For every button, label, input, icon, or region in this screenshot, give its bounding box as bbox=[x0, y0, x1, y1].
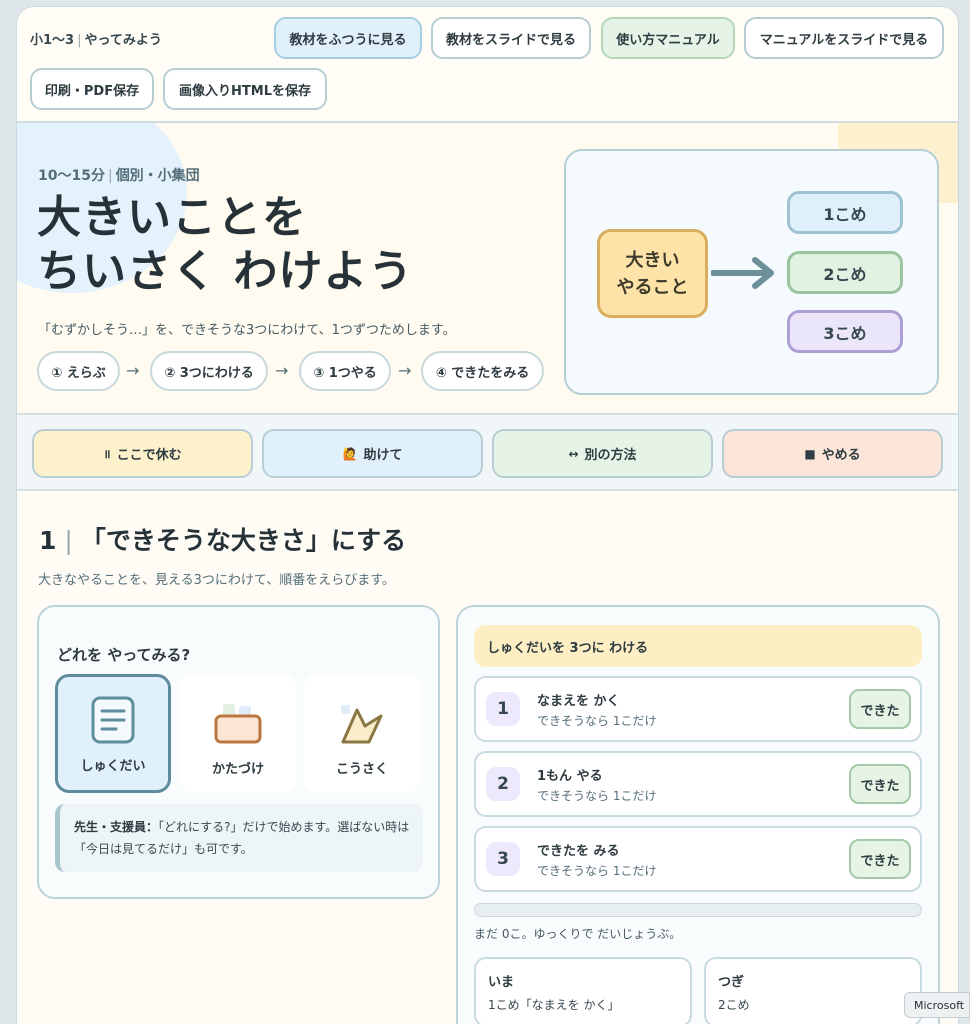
pause-icon: ॥ bbox=[103, 447, 111, 461]
title-line-2: ちいさく わけよう bbox=[37, 246, 414, 297]
task-row: 3 できたを みる できそうなら 1こだけ できた bbox=[474, 826, 922, 892]
step-do-one: ③ 1つやる bbox=[299, 351, 391, 391]
swap-arrows-icon: ↔ bbox=[568, 446, 579, 461]
page-title: 大きいことを ちいさく わけよう bbox=[37, 191, 413, 299]
split-card: しゅくだいを 3つに わける 1 なまえを かく できそうなら 1こだけ できた… bbox=[456, 605, 940, 1024]
mode-label: やってみよう bbox=[84, 33, 162, 48]
view-slides-button[interactable]: 教材をスライドで見る bbox=[431, 17, 591, 59]
choice-tidy-up[interactable]: かたづけ bbox=[180, 674, 296, 793]
action-bar: ॥ ここで休む 🙋 助けて ↔ 別の方法 ■ やめる bbox=[17, 415, 958, 491]
progress-text: まだ 0こ。ゆっくりで だいじょうぶ。 bbox=[474, 927, 682, 941]
task-title: できたを みる bbox=[537, 844, 620, 859]
step-choose: ① えらぶ bbox=[37, 351, 120, 391]
lesson-meta: 10〜15分 | 個別・小集団 bbox=[38, 168, 200, 184]
now-value: 1こめ「なまえを かく」 bbox=[488, 998, 620, 1012]
manual-slides-button[interactable]: マニュアルをスライドで見る bbox=[744, 17, 944, 59]
now-label: いま bbox=[488, 975, 515, 990]
done-button[interactable]: できた bbox=[849, 839, 911, 879]
step-arrow: → bbox=[275, 361, 289, 380]
choice-label: こうさく bbox=[335, 762, 388, 777]
section-title: 1 | 「できそうな大きさ」にする bbox=[39, 526, 407, 555]
task-row: 2 1もん やる できそうなら 1こだけ できた bbox=[474, 751, 922, 817]
group-label: 個別・小集団 bbox=[115, 168, 200, 184]
task-title: 1もん やる bbox=[537, 769, 603, 784]
other-method-label: 別の方法 bbox=[584, 448, 637, 463]
big-task-box: 大きい やること bbox=[597, 229, 708, 318]
choice-label: しゅくだい bbox=[80, 759, 146, 774]
task-row: 1 なまえを かく できそうなら 1こだけ できた bbox=[474, 676, 922, 742]
save-html-button[interactable]: 画像入りHTMLを保存 bbox=[163, 68, 327, 110]
part-2-box: 2こめ bbox=[787, 251, 903, 294]
note-label: 先生・支援員： bbox=[74, 820, 159, 834]
done-button[interactable]: できた bbox=[849, 764, 911, 804]
next-box: つぎ 2こめ bbox=[704, 957, 922, 1024]
task-title: なまえを かく bbox=[537, 694, 620, 709]
stop-button[interactable]: ■ やめる bbox=[722, 429, 943, 478]
teacher-note: 先生・支援員：「どれにする?」だけで始めます。選ばない時は「今日は見てるだけ」も… bbox=[55, 804, 423, 872]
top-bar: 小1〜3 | やってみよう 教材をふつうに見る 教材をスライドで見る 使い方マニュア… bbox=[17, 7, 958, 123]
choice-craft[interactable]: こうさく bbox=[304, 674, 420, 793]
help-button[interactable]: 🙋 助けて bbox=[262, 429, 483, 478]
arrow-right-icon bbox=[711, 257, 774, 289]
task-number: 2 bbox=[486, 767, 520, 801]
choice-homework[interactable]: しゅくだい bbox=[55, 674, 171, 793]
choice-label: かたづけ bbox=[211, 762, 264, 777]
raised-hand-icon: 🙋 bbox=[342, 446, 358, 461]
hero: 10〜15分 | 個別・小集団 大きいことを ちいさく わけよう 「むずかしそう…」… bbox=[17, 123, 958, 415]
toy-box-icon bbox=[214, 704, 262, 744]
pause-label: ここで休む bbox=[116, 448, 182, 463]
progress-bar bbox=[474, 903, 922, 917]
title-line-1: 大きいことを bbox=[37, 192, 307, 243]
section-description: 大きなやることを、見える3つにわけて、順番をえらびます。 bbox=[38, 573, 395, 588]
print-pdf-button[interactable]: 印刷・PDF保存 bbox=[30, 68, 154, 110]
task-subtitle: できそうなら 1こだけ bbox=[537, 714, 657, 728]
next-label: つぎ bbox=[718, 975, 745, 990]
section-number: 1 bbox=[39, 526, 57, 555]
choose-question: どれを やってみる? bbox=[57, 646, 191, 664]
view-normal-button[interactable]: 教材をふつうに見る bbox=[274, 17, 422, 59]
breadcrumb: 小1〜3 | やってみよう bbox=[30, 33, 162, 48]
step-arrow: → bbox=[126, 361, 140, 380]
split-header: しゅくだいを 3つに わける bbox=[474, 625, 922, 667]
done-button[interactable]: できた bbox=[849, 689, 911, 729]
other-method-button[interactable]: ↔ 別の方法 bbox=[492, 429, 713, 478]
part-3-box: 3こめ bbox=[787, 310, 903, 353]
task-number: 3 bbox=[486, 842, 520, 876]
grade-label: 小1〜3 bbox=[30, 33, 75, 48]
help-label: 助けて bbox=[363, 448, 403, 463]
stop-label: やめる bbox=[821, 448, 861, 463]
document-icon bbox=[91, 696, 135, 744]
task-number: 1 bbox=[486, 692, 520, 726]
part-1-box: 1こめ bbox=[787, 191, 903, 234]
manual-button[interactable]: 使い方マニュアル bbox=[601, 17, 735, 59]
hero-description: 「むずかしそう…」を、できそうな3つにわけて、1つずつためします。 bbox=[38, 323, 456, 338]
lesson-page: 小1〜3 | やってみよう 教材をふつうに見る 教材をスライドで見る 使い方マニュア… bbox=[16, 6, 959, 1024]
stop-icon: ■ bbox=[804, 446, 816, 461]
pause-button[interactable]: ॥ ここで休む bbox=[32, 429, 253, 478]
duration-label: 10〜15分 bbox=[38, 168, 105, 184]
task-subtitle: できそうなら 1こだけ bbox=[537, 864, 657, 878]
paper-craft-icon bbox=[341, 705, 383, 744]
microsoft-overlay-tab[interactable]: Microsoft bbox=[904, 992, 970, 1018]
step-see-done: ④ できたをみる bbox=[421, 351, 544, 391]
step-arrow: → bbox=[398, 361, 412, 380]
split-diagram: 大きい やること 1こめ 2こめ 3こめ bbox=[564, 149, 939, 395]
now-box: いま 1こめ「なまえを かく」 bbox=[474, 957, 692, 1024]
task-subtitle: できそうなら 1こだけ bbox=[537, 789, 657, 803]
section-title-text: 「できそうな大きさ」にする bbox=[80, 526, 407, 555]
next-value: 2こめ bbox=[718, 998, 750, 1012]
choose-card: どれを やってみる? しゅくだい かたづけ こうさく 先生・支援員：「どれにする… bbox=[37, 605, 440, 899]
step-split: ② 3つにわける bbox=[150, 351, 268, 391]
